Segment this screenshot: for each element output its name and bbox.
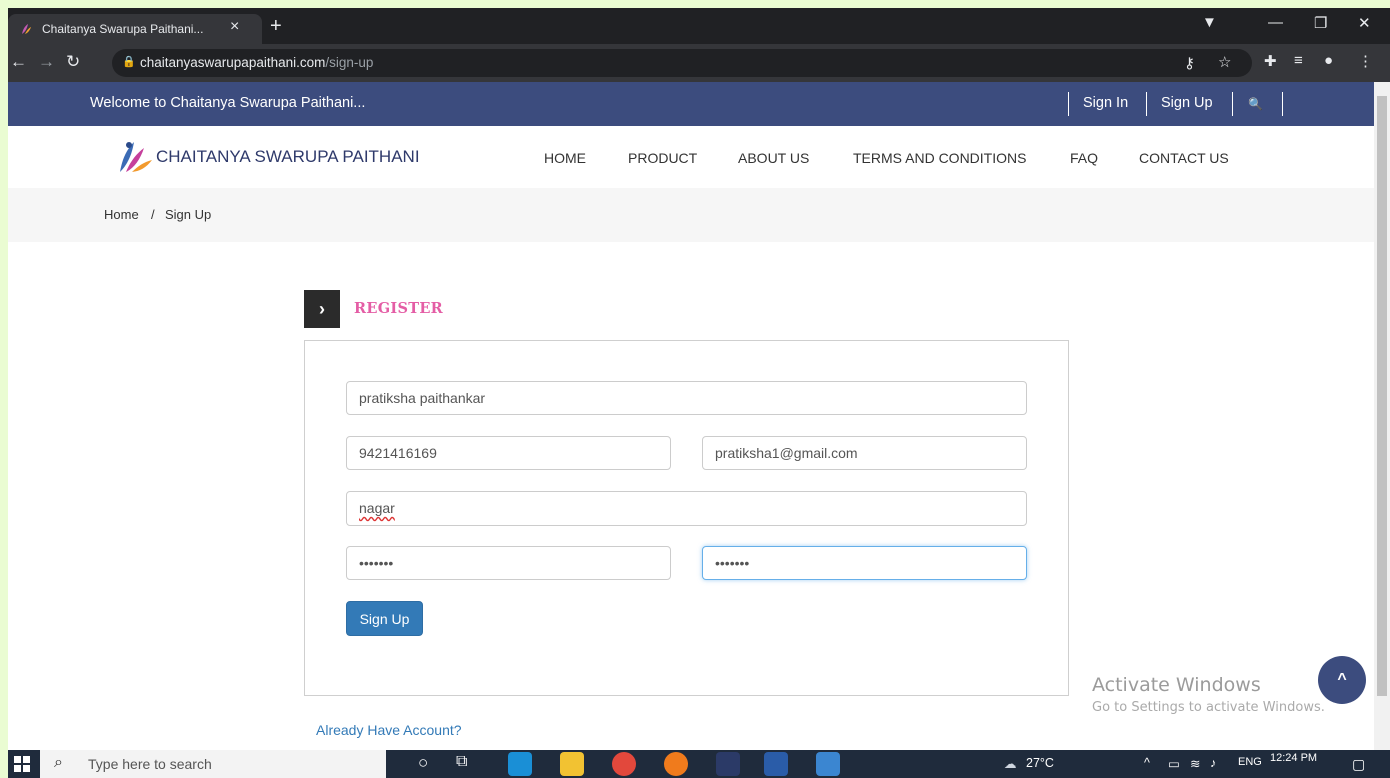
- browser-tab[interactable]: Chaitanya Swarupa Paithani... ×: [8, 14, 262, 44]
- sign-in-link[interactable]: Sign In: [1083, 95, 1128, 111]
- clock-time[interactable]: 12:24 PM: [1270, 752, 1317, 764]
- key-icon[interactable]: ⚷: [1184, 54, 1195, 72]
- extensions-icon[interactable]: ✚: [1264, 52, 1277, 70]
- divider: [1232, 92, 1233, 116]
- cortana-icon[interactable]: ○: [418, 753, 428, 773]
- windows-start-icon[interactable]: [14, 756, 30, 772]
- top-bar: Welcome to Chaitanya Swarupa Paithani...…: [8, 82, 1374, 126]
- address-textarea[interactable]: nagar: [346, 491, 1027, 526]
- divider: [1282, 92, 1283, 116]
- tab-close-icon[interactable]: ×: [230, 18, 239, 36]
- brand-name[interactable]: CHAITANYA SWARUPA PAITHANI: [156, 147, 420, 167]
- url-text: chaitanyaswarupapaithani.com/sign-up: [140, 55, 374, 70]
- file-explorer-icon[interactable]: [560, 752, 584, 776]
- register-title: REGISTER: [354, 300, 444, 317]
- scroll-to-top-button[interactable]: ^: [1318, 656, 1366, 704]
- nav-home[interactable]: HOME: [544, 150, 586, 166]
- divider: [1068, 92, 1069, 116]
- taskbar-search-placeholder: Type here to search: [88, 756, 212, 772]
- sign-up-link[interactable]: Sign Up: [1161, 95, 1213, 111]
- full-name-input[interactable]: [346, 381, 1027, 415]
- scrollbar-thumb[interactable]: [1377, 96, 1387, 696]
- restore-icon[interactable]: ❐: [1314, 14, 1327, 32]
- lock-icon: 🔒: [122, 56, 136, 68]
- nav-contact-us[interactable]: CONTACT US: [1139, 150, 1229, 166]
- confirm-password-input[interactable]: [702, 546, 1027, 580]
- language-indicator[interactable]: ENG: [1238, 756, 1262, 768]
- volume-icon[interactable]: ♪: [1210, 756, 1216, 770]
- breadcrumb-home[interactable]: Home: [104, 207, 139, 222]
- window-close-icon[interactable]: ✕: [1358, 14, 1371, 32]
- taskbar-search[interactable]: ⌕ Type here to search: [40, 750, 386, 778]
- nav-about-us[interactable]: ABOUT US: [738, 150, 809, 166]
- page-scrollbar[interactable]: [1374, 82, 1390, 750]
- back-icon[interactable]: ←: [10, 52, 27, 72]
- search-icon[interactable]: 🔍: [1248, 97, 1263, 111]
- nav-product[interactable]: PRODUCT: [628, 150, 697, 166]
- page-viewport: Welcome to Chaitanya Swarupa Paithani...…: [8, 82, 1374, 750]
- activate-windows-subtitle: Go to Settings to activate Windows.: [1092, 700, 1325, 715]
- mobile-input[interactable]: [346, 436, 671, 470]
- nav-terms-and-conditions[interactable]: TERMS AND CONDITIONS: [853, 150, 1026, 166]
- address-bar[interactable]: 🔒 chaitanyaswarupapaithani.com/sign-up ⚷…: [112, 49, 1252, 77]
- forward-icon[interactable]: →: [38, 52, 55, 72]
- peacock-logo-icon[interactable]: [114, 136, 154, 176]
- battery-icon[interactable]: ▭: [1168, 756, 1180, 771]
- minimize-icon[interactable]: —: [1268, 14, 1283, 31]
- tab-search-icon[interactable]: ▼: [1202, 14, 1217, 31]
- notification-icon[interactable]: ▢: [1352, 756, 1365, 773]
- activate-windows-title: Activate Windows: [1092, 674, 1261, 696]
- divider: [1146, 92, 1147, 116]
- breadcrumb-separator: /: [151, 207, 155, 222]
- firefox-icon[interactable]: [664, 752, 688, 776]
- already-have-account-link[interactable]: Already Have Account?: [316, 722, 462, 738]
- weather-icon[interactable]: ☁: [1004, 756, 1017, 771]
- bookmark-star-icon[interactable]: ☆: [1218, 53, 1231, 71]
- chrome-icon[interactable]: [612, 752, 636, 776]
- menu-kebab-icon[interactable]: ⋮: [1358, 52, 1373, 70]
- reload-icon[interactable]: ↻: [66, 52, 80, 72]
- welcome-text: Welcome to Chaitanya Swarupa Paithani...: [90, 95, 366, 111]
- edge-icon[interactable]: [508, 752, 532, 776]
- new-tab-button[interactable]: +: [270, 15, 282, 38]
- wifi-icon[interactable]: ≋: [1190, 756, 1200, 771]
- site-header: CHAITANYA SWARUPA PAITHANI HOME PRODUCT …: [8, 126, 1374, 188]
- tab-title: Chaitanya Swarupa Paithani...: [42, 22, 204, 36]
- task-view-icon[interactable]: ⧉: [456, 753, 467, 771]
- word-icon[interactable]: [764, 752, 788, 776]
- chevron-right-icon: ›: [304, 290, 340, 328]
- temperature-text[interactable]: 27°C: [1026, 756, 1054, 770]
- browser-tab-strip: Chaitanya Swarupa Paithani... × + ▼ — ❐ …: [8, 8, 1390, 44]
- breadcrumb-current: Sign Up: [165, 207, 212, 222]
- breadcrumb: Home / Sign Up: [8, 188, 1374, 242]
- site-favicon-icon: [22, 24, 31, 34]
- sign-up-button[interactable]: Sign Up: [346, 601, 423, 636]
- profile-icon[interactable]: ●: [1324, 52, 1333, 69]
- photos-icon[interactable]: [816, 752, 840, 776]
- password-input[interactable]: [346, 546, 671, 580]
- search-icon: ⌕: [54, 754, 63, 771]
- email-input[interactable]: [702, 436, 1027, 470]
- browser-toolbar: ← → ↻ 🔒 chaitanyaswarupapaithani.com/sig…: [8, 44, 1390, 82]
- nav-faq[interactable]: FAQ: [1070, 150, 1098, 166]
- eclipse-icon[interactable]: [716, 752, 740, 776]
- windows-taskbar: ⌕ Type here to search ○ ⧉ ☁ 27°C ^ ▭ ≋ ♪…: [8, 750, 1390, 778]
- register-form: nagar Sign Up: [304, 340, 1069, 696]
- tray-chevron-up-icon[interactable]: ^: [1144, 756, 1150, 770]
- media-control-icon[interactable]: ≡: [1294, 52, 1303, 69]
